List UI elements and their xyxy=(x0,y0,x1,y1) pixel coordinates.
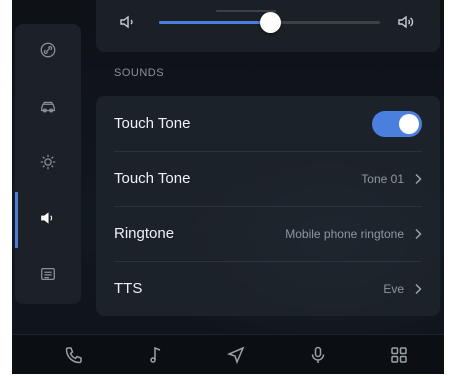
music-icon[interactable] xyxy=(146,345,168,367)
sidebar-item-vehicle[interactable] xyxy=(15,80,81,136)
brightness-icon xyxy=(39,153,57,176)
chevron-right-icon xyxy=(414,283,422,295)
navigation-icon[interactable] xyxy=(226,345,248,367)
car-icon xyxy=(39,97,57,120)
volume-panel xyxy=(96,0,440,52)
ringtone-row[interactable]: Ringtone Mobile phone ringtone xyxy=(96,206,440,261)
phone-icon[interactable] xyxy=(64,345,86,367)
microphone-icon[interactable] xyxy=(308,345,330,367)
chevron-right-icon xyxy=(414,228,422,240)
chevron-right-icon xyxy=(414,173,422,185)
touch-tone-toggle-row[interactable]: Touch Tone xyxy=(96,96,440,151)
speaker-low-icon xyxy=(118,12,138,32)
volume-slider[interactable] xyxy=(159,12,380,33)
sidebar xyxy=(15,24,81,304)
sidebar-item-sound[interactable] xyxy=(15,192,81,248)
row-label: Touch Tone xyxy=(114,170,191,187)
sidebar-item-messages[interactable] xyxy=(15,248,81,304)
row-label: TTS xyxy=(114,280,143,297)
link-icon xyxy=(39,41,57,64)
touch-tone-toggle[interactable] xyxy=(372,110,422,137)
settings-screen: SOUNDS Touch Tone Touch Tone Tone 01 Rin… xyxy=(12,0,444,374)
speaker-high-icon xyxy=(396,12,416,32)
volume-slider-fill xyxy=(159,21,270,24)
sounds-settings-list: Touch Tone Touch Tone Tone 01 Ringtone M… xyxy=(96,96,440,316)
row-value: Tone 01 xyxy=(361,171,404,186)
tts-row[interactable]: TTS Eve xyxy=(96,261,440,316)
row-label: Ringtone xyxy=(114,225,175,242)
toggle-knob xyxy=(399,113,419,134)
message-icon xyxy=(39,265,57,288)
sidebar-item-connections[interactable] xyxy=(15,24,81,80)
section-title-sounds: SOUNDS xyxy=(114,67,165,79)
row-value: Mobile phone ringtone xyxy=(285,226,404,241)
row-label: Touch Tone xyxy=(114,115,191,132)
row-value: Eve xyxy=(383,281,404,296)
volume-slider-knob[interactable] xyxy=(260,12,281,33)
active-indicator xyxy=(15,192,18,248)
speaker-icon xyxy=(39,209,57,232)
bottom-nav xyxy=(12,334,444,374)
apps-grid-icon[interactable] xyxy=(389,345,411,367)
sidebar-item-display[interactable] xyxy=(15,136,81,192)
touch-tone-select-row[interactable]: Touch Tone Tone 01 xyxy=(96,151,440,206)
